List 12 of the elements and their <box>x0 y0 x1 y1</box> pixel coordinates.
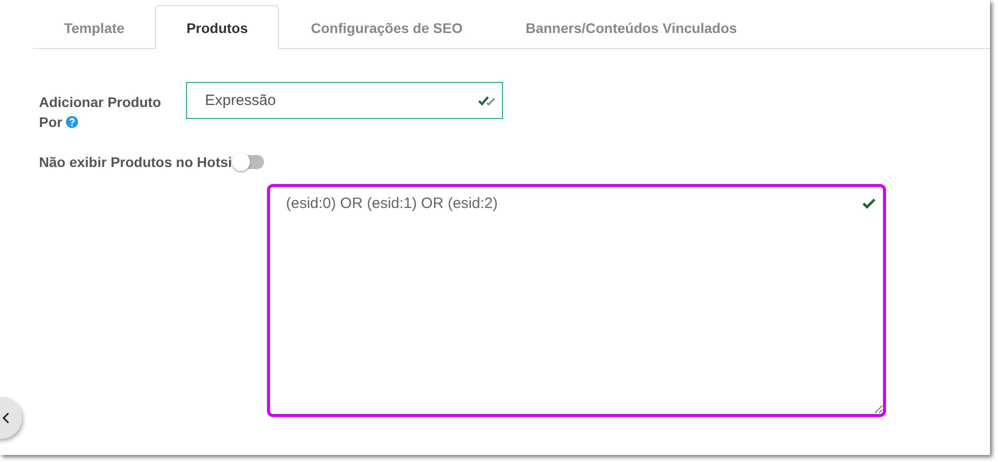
field-label: Por <box>39 114 62 130</box>
tab[interactable]: Configurações de SEO <box>278 5 495 49</box>
tab[interactable]: Produtos <box>155 5 279 49</box>
field-label: Adicionar Produto <box>39 94 162 110</box>
toggle-label: Não exibir Produtos no Hotsi <box>39 154 232 170</box>
select-field[interactable]: Expressão <box>186 82 503 119</box>
tab[interactable]: Template <box>33 5 156 49</box>
expression-text-area[interactable]: (esid:0) OR (esid:1) OR (esid:2) <box>267 184 886 417</box>
chevron-left-icon <box>2 412 10 424</box>
toggle-switch[interactable] <box>234 155 264 169</box>
tab[interactable]: Banners/Conteúdos Vinculados <box>494 5 768 49</box>
help-icon[interactable] <box>66 116 78 128</box>
